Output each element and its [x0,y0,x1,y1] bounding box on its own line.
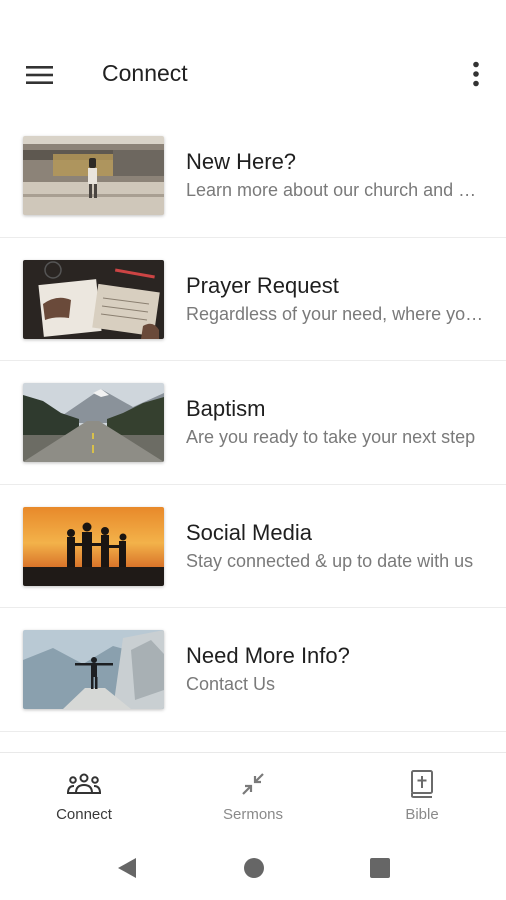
item-subtitle: Are you ready to take your next step [186,427,476,447]
app-bar: Connect [0,36,506,114]
tab-connect[interactable]: Connect [0,753,168,835]
tab-label: Sermons [222,806,284,823]
bible-cross-icon [404,769,440,799]
list-item-new-here[interactable]: New Here? Learn more about our church an… [0,114,506,238]
system-navigation-bar [0,834,506,900]
list-item-social-media[interactable]: Social Media Stay connected & up to date… [0,484,506,608]
bottom-navigation: Connect Sermons Bible [0,752,506,834]
hamburger-menu-icon[interactable] [22,61,58,89]
tab-sermons[interactable]: Sermons [169,753,337,835]
page-title: Connect [102,60,188,86]
home-circle-icon[interactable] [240,854,268,882]
item-title: Need More Info? [186,643,350,668]
sunset-family-photo [23,506,164,586]
item-title: Prayer Request [186,272,339,298]
more-vertical-icon[interactable] [462,58,490,90]
compress-arrows-icon [235,769,271,799]
item-subtitle: Contact Us [186,674,276,694]
tab-bible[interactable]: Bible [338,753,506,835]
list-item-baptism[interactable]: Baptism Are you ready to take your next … [0,361,506,485]
item-subtitle: Stay connected & up to date with us [186,550,474,571]
back-triangle-icon[interactable] [113,854,141,882]
status-bar [0,0,506,36]
item-subtitle: Learn more about our church and what we'… [186,180,484,200]
mountain-road-photo [23,383,164,462]
tab-label: Connect [56,806,112,823]
item-title: New Here? [186,149,297,174]
tab-label: Bible [405,806,439,823]
item-subtitle: Regardless of your need, where you are [186,303,484,324]
recents-square-icon[interactable] [366,854,394,882]
people-group-icon [66,769,102,799]
item-title: Baptism [186,396,266,421]
bible-journal-photo [23,259,164,339]
train-platform-photo [23,136,164,215]
list-item-prayer-request[interactable]: Prayer Request Regardless of your need, … [0,237,506,361]
item-title: Social Media [186,519,312,545]
connect-list: New Here? Learn more about our church an… [0,114,506,732]
list-item-need-more-info[interactable]: Need More Info? Contact Us [0,608,506,732]
mountain-summit-photo [23,630,164,709]
